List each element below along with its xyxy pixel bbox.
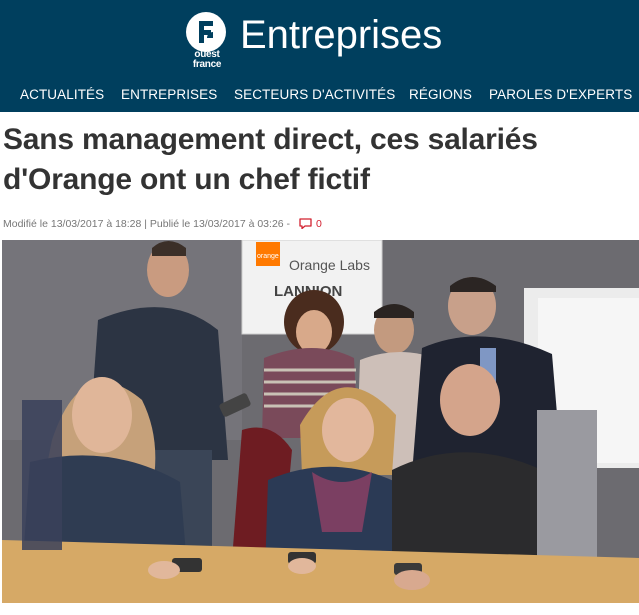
- sign-brand-text: orange: [257, 253, 279, 260]
- nav-item-paroles[interactable]: PAROLES D'EXPERTS: [489, 87, 632, 103]
- meta-dash: -: [283, 218, 291, 230]
- article-photo[interactable]: orange Orange Labs LANNION: [2, 240, 639, 603]
- meta-separator: |: [141, 218, 150, 230]
- main-nav: ACTUALITÉS ENTREPRISES SECTEURS D'ACTIVI…: [0, 80, 639, 112]
- site-header: ouest france Entreprises ACTUALITÉS ENTR…: [0, 0, 639, 112]
- logo-wordmark: ouest france: [192, 49, 222, 70]
- nav-item-actualites[interactable]: ACTUALITÉS: [20, 87, 104, 103]
- comment-bubble-icon[interactable]: [299, 218, 312, 229]
- modified-date: Modifié le 13/03/2017 à 18:28: [3, 218, 142, 230]
- comment-count[interactable]: 0: [316, 218, 322, 230]
- sign-line-1: Orange Labs: [289, 257, 370, 273]
- nav-item-secteurs[interactable]: SECTEURS D'ACTIVITÉS: [234, 87, 395, 103]
- article-title: Sans management direct, ces salariés d'O…: [3, 123, 538, 196]
- nav-item-regions[interactable]: RÉGIONS: [409, 87, 472, 103]
- published-date: Publié le 13/03/2017 à 03:26: [149, 218, 284, 230]
- section-title[interactable]: Entreprises: [240, 11, 442, 59]
- ouest-france-logo[interactable]: ouest france: [186, 12, 228, 74]
- logo-mark-icon: [199, 21, 213, 43]
- nav-item-entreprises[interactable]: ENTREPRISES: [121, 87, 217, 103]
- photo-illustration: orange Orange Labs LANNION: [2, 240, 639, 603]
- article-meta: Modifié le 13/03/2017 à 18:28 | Publié l…: [3, 217, 322, 231]
